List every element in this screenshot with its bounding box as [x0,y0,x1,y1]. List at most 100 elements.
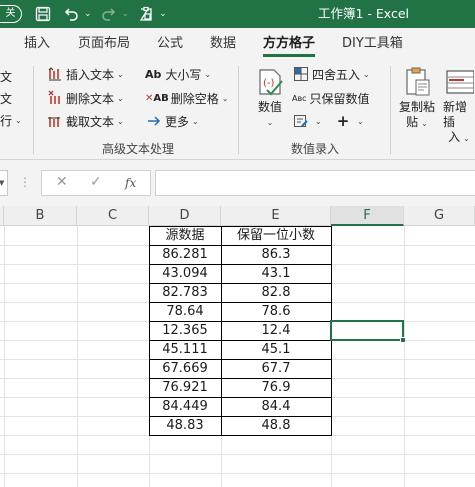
gridline [0,454,475,455]
delete-space-button[interactable]: ✕ AB 删除空格 ⌄ [145,88,228,108]
table-cell-source[interactable]: 12.365 [149,321,221,340]
table-cell-rounded[interactable]: 86.3 [221,245,331,264]
table-cell-rounded[interactable]: 82.8 [221,283,331,302]
table-header-source[interactable]: 源数据 [149,226,221,245]
tab-insert[interactable]: 插入 [24,28,50,60]
table-cell-rounded[interactable]: 45.1 [221,340,331,359]
plus-icon: + [336,112,350,130]
copy-paste-button[interactable]: 复制粘 贴 ⌄ [399,66,435,131]
fill-handle[interactable] [400,337,406,343]
ribbon-separator [33,66,34,154]
table-border [149,378,331,379]
gridline [4,226,5,487]
tab-page-layout[interactable]: 页面布局 [78,28,130,60]
insert-table-icon [443,66,475,98]
column-header-D[interactable]: D [149,206,221,226]
cancel-icon[interactable]: ✕ [56,174,68,190]
table-cell-rounded[interactable]: 43.1 [221,264,331,283]
case-button[interactable]: Ab 大小写 ⌄ [145,64,211,84]
ribbon-separator [238,66,239,154]
add-button[interactable]: + ⌄ [334,111,364,131]
title-bar: 关 ⌄ ⌄ ⌄ 工作簿1 - Excel [0,0,475,28]
table-border [149,226,331,227]
round-icon [292,65,310,83]
tab-formulas[interactable]: 公式 [157,28,183,60]
formula-bar-resize-handle[interactable]: ⋮ [17,170,33,196]
autosave-toggle[interactable]: 关 [0,5,22,23]
ribbon-fragment-3[interactable]: 行 ⌄ [0,110,22,130]
table-cell-source[interactable]: 86.281 [149,245,221,264]
paste-icon[interactable] [135,3,157,25]
delete-space-icon: ✕ AB [145,92,169,104]
table-cell-rounded[interactable]: 12.4 [221,321,331,340]
redo-dropdown-icon[interactable]: ⌄ [122,9,130,19]
table-cell-source[interactable]: 78.64 [149,302,221,321]
ribbon-tabs: 插入 页面布局 公式 数据 方方格子 DIY工具箱 [0,28,475,60]
insert-text-button[interactable]: 插入文本 ⌄ [46,64,124,84]
save-icon[interactable] [32,3,54,25]
redo-icon[interactable] [98,3,120,25]
table-cell-source[interactable]: 43.094 [149,264,221,283]
case-icon: Ab [145,67,162,81]
tab-data[interactable]: 数据 [210,28,236,60]
table-cell-rounded[interactable]: 84.4 [221,397,331,416]
cut-text-icon [46,112,64,130]
delete-text-button[interactable]: 删除文本 ⌄ [46,88,124,108]
formula-buttons: ✕ ✓ fx [41,170,151,196]
table-cell-source[interactable]: 67.669 [149,359,221,378]
formula-bar: ▼ ⋮ ✕ ✓ fx [0,160,475,206]
clipboard-icon [401,66,433,98]
group-label-text: 高级文本处理 [102,142,175,156]
table-border [149,416,331,417]
table-header-rounded[interactable]: 保留一位小数 [221,226,331,245]
formula-input[interactable] [155,170,475,196]
column-header-G[interactable]: G [404,206,475,226]
column-header-E[interactable]: E [221,206,331,226]
tab-fangfanggezi[interactable]: 方方格子 [263,28,316,60]
enter-icon[interactable]: ✓ [90,174,102,190]
worksheet-grid[interactable]: B C D E F G 源数据 保留一位小数 86.281 86.3 43.09… [0,206,475,487]
table-cell-source[interactable]: 84.449 [149,397,221,416]
insert-text-icon [46,65,64,83]
ribbon-fragment-2[interactable]: 文 [0,88,12,108]
column-header-B[interactable]: B [4,206,77,226]
undo-icon[interactable] [60,3,82,25]
customize-toolbar-icon[interactable]: ⌄ [159,9,167,19]
column-header-F[interactable]: F [331,206,404,226]
selected-cell[interactable] [330,320,406,343]
table-cell-rounded[interactable]: 76.9 [221,378,331,397]
table-border [149,245,331,246]
more-button[interactable]: 更多 ⌄ [145,111,199,131]
round-button[interactable]: 四舍五入 ⌄ [292,64,370,84]
numeric-tools-button[interactable]: ⌄ [292,111,322,131]
name-box[interactable]: ▼ [0,170,8,196]
add-new-button[interactable]: 新增插 入 ⌄ [443,66,475,146]
insert-function-icon[interactable]: fx [125,176,136,190]
ribbon-fragment-1[interactable]: 文 [0,66,12,86]
gridline [0,473,475,474]
cut-text-button[interactable]: 截取文本 ⌄ [46,111,124,131]
table-border [149,435,331,436]
table-border [149,302,331,303]
table-cell-source[interactable]: 76.921 [149,378,221,397]
numeric-button[interactable]: (-) 数值 ⌄ [254,66,286,130]
table-cell-rounded[interactable]: 48.8 [221,416,331,435]
delete-text-icon [46,89,64,107]
table-cell-source[interactable]: 45.111 [149,340,221,359]
table-border [149,226,150,436]
keep-number-button[interactable]: Aʙᴄ 只保留数值 [292,88,370,108]
numeric-icon: (-) [254,66,286,98]
ribbon: 文 文 行 ⌄ 插入文本 ⌄ 删除文本 ⌄ 截取文本 ⌄ Ab 大小写 ⌄ ✕ AB 删除空… [0,60,475,160]
table-cell-source[interactable]: 48.83 [149,416,221,435]
table-border [149,283,331,284]
window-title: 工作簿1 - Excel [318,6,410,21]
table-border [149,264,331,265]
table-cell-source[interactable]: 82.783 [149,283,221,302]
table-border [149,321,331,322]
column-header-C[interactable]: C [77,206,149,226]
table-cell-rounded[interactable]: 78.6 [221,302,331,321]
tab-diy-toolbox[interactable]: DIY工具箱 [342,28,403,60]
table-border [149,397,331,398]
undo-dropdown-icon[interactable]: ⌄ [84,9,92,19]
table-cell-rounded[interactable]: 67.7 [221,359,331,378]
